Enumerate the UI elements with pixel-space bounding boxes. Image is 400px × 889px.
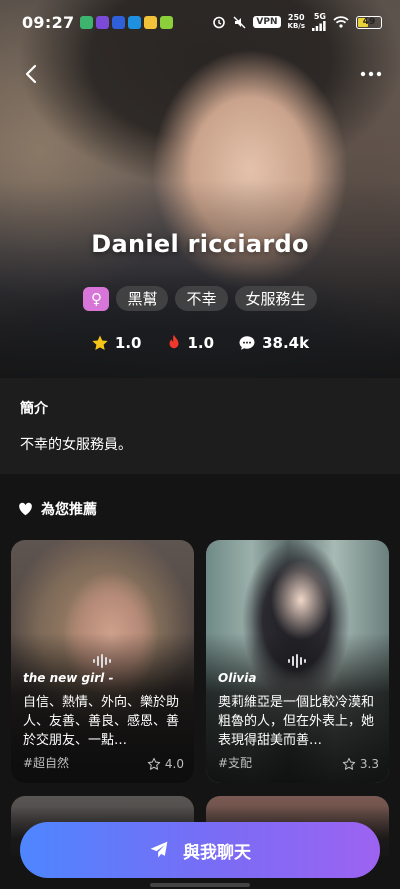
star-outline-icon [147, 757, 161, 770]
recommend-card[interactable]: Olivia 奧莉維亞是一個比較冷漠和粗魯的人，但在外表上，她表現得甜美而善… … [206, 540, 389, 783]
chat-with-me-button[interactable]: 與我聊天 [20, 822, 380, 878]
recommend-header: 為您推薦 [18, 499, 97, 519]
heart-icon [19, 502, 32, 516]
cell-signal: 5G [312, 13, 326, 31]
card-description: 自信、熱情、外向、樂於助人、友善、善良、感恩、善於交朋友、一點… [23, 695, 180, 748]
app-notification-icon [80, 15, 94, 29]
character-tag[interactable]: 不幸 [175, 286, 228, 311]
fire-icon [169, 334, 178, 349]
app-notification-icon [112, 15, 126, 29]
recommend-card[interactable]: the new girl - 自信、熱情、外向、樂於助人、友善、善良、感恩、善於… [11, 540, 194, 783]
more-options-icon[interactable] [358, 62, 384, 86]
star-outline-icon [342, 757, 356, 770]
network-speed: 250 KB/s [287, 13, 305, 31]
chat-count-value: 38.4k [262, 334, 310, 352]
back-arrow-icon[interactable] [20, 62, 44, 86]
character-hero-image [0, 0, 400, 378]
app-notification-icon [128, 15, 142, 29]
app-notification-icon [144, 15, 158, 29]
chat-count-stat: 38.4k [238, 334, 309, 352]
app-notification-icon [96, 15, 110, 29]
character-tag[interactable]: 黑幫 [116, 286, 169, 311]
voice-wave-icon [287, 654, 306, 668]
voice-wave-icon [92, 654, 111, 668]
character-tag[interactable]: 女服務生 [234, 286, 317, 311]
status-bar: 09:27 VPN 250 KB/s 5G 49 [0, 0, 400, 44]
signal-label: 5G [313, 12, 326, 21]
card-tag: #超自然 [23, 756, 70, 770]
send-icon [150, 841, 168, 858]
card-rating: 4.0 [147, 757, 184, 771]
status-right: VPN 250 KB/s 5G 49 [212, 13, 382, 31]
popularity-stat: 1.0 [166, 334, 215, 352]
card-description: 奧莉維亞是一個比較冷漠和粗魯的人，但在外表上，她表現得甜美而善… [218, 695, 375, 748]
chat-bubble-icon [239, 336, 255, 350]
status-time: 09:27 [22, 12, 75, 32]
card-rating-value: 4.0 [164, 757, 184, 771]
battery-percent: 49 [362, 17, 376, 27]
battery-icon: 49 [356, 15, 382, 29]
mute-icon [233, 16, 246, 28]
recommend-heading: 為您推薦 [41, 502, 97, 518]
signal-icon [312, 21, 326, 31]
card-title: Olivia [218, 671, 257, 685]
character-name: Daniel ricciardo [91, 230, 309, 258]
chat-button-label: 與我聊天 [183, 842, 251, 863]
notification-app-icons [80, 15, 174, 29]
card-rating: 3.3 [342, 757, 379, 771]
home-indicator [150, 883, 250, 887]
network-speed-unit: KB/s [287, 22, 305, 30]
app-notification-icon [160, 15, 174, 29]
character-stats: 1.0 1.0 38.4k [0, 334, 400, 352]
card-rating-value: 3.3 [359, 757, 379, 771]
vpn-badge: VPN [253, 16, 281, 28]
status-left: 09:27 [22, 12, 174, 32]
female-gender-icon: ♀ [83, 286, 110, 311]
network-speed-value: 250 [287, 13, 305, 22]
intro-heading: 簡介 [20, 401, 48, 417]
star-icon [92, 335, 108, 351]
character-tags: ♀ 黑幫 不幸 女服務生 [0, 286, 400, 311]
intro-section: 簡介 不幸的女服務員。 [0, 378, 400, 474]
wifi-icon [333, 16, 349, 28]
alarm-icon [213, 16, 226, 29]
card-tag: #支配 [218, 756, 253, 770]
rating-stat: 1.0 [91, 334, 142, 352]
rating-value: 1.0 [114, 334, 142, 352]
popularity-value: 1.0 [187, 334, 215, 352]
intro-text: 不幸的女服務員。 [20, 437, 132, 453]
card-title: the new girl - [23, 671, 114, 685]
